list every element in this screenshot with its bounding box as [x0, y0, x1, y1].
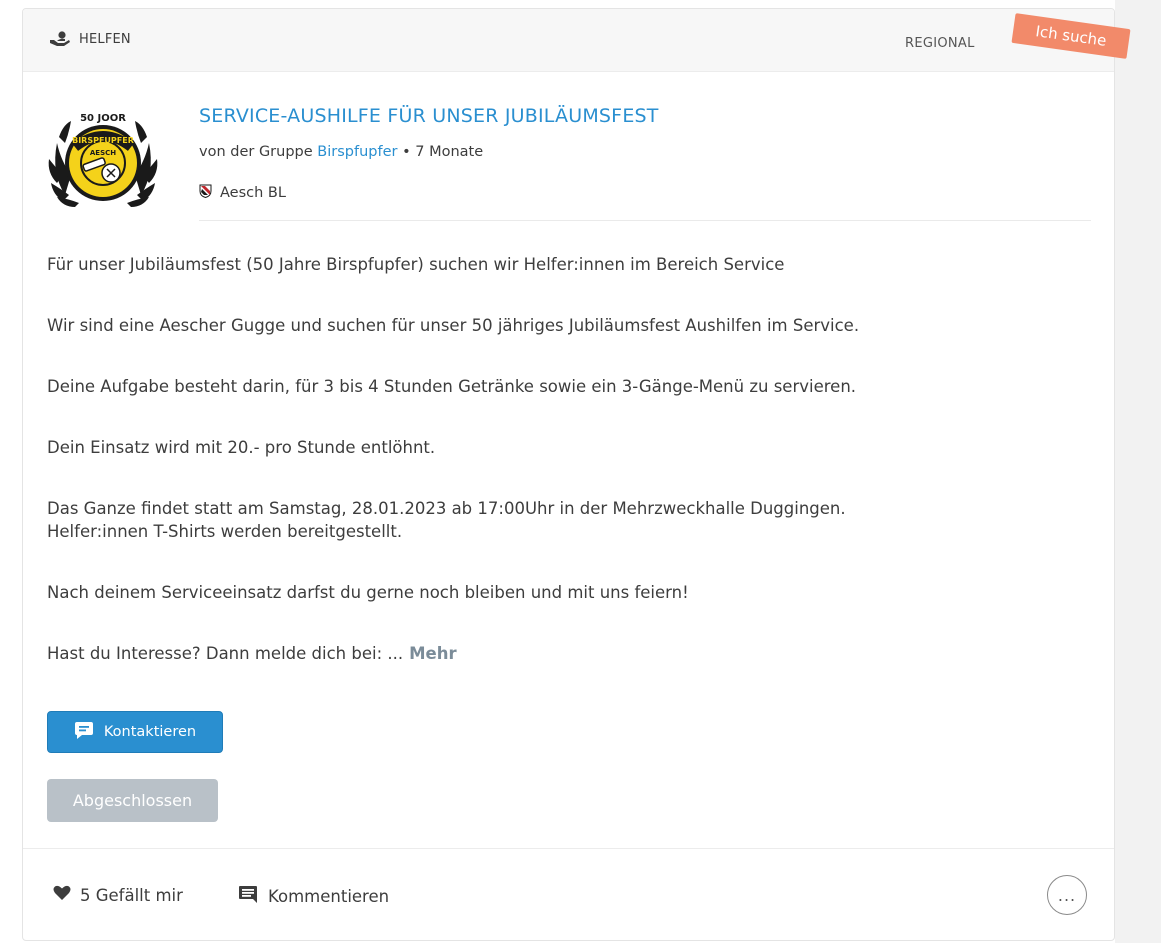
divider [199, 220, 1091, 221]
body-paragraph: Deine Aufgabe besteht darin, für 3 bis 4… [47, 377, 857, 396]
body-paragraph: Für unser Jubiläumsfest (50 Jahre Birspf… [47, 255, 785, 274]
logo-top-text: 50 JOOR [80, 113, 126, 124]
logo-band-text: BIRSPFUPFER [72, 136, 134, 145]
more-link[interactable]: Mehr [409, 644, 457, 663]
body-line: Das Ganze findet statt am Samstag, 28.01… [47, 499, 846, 518]
post-title[interactable]: SERVICE-AUSHILFE FÜR UNSER JUBILÄUMSFEST [199, 105, 659, 127]
location-text: Aesch BL [220, 185, 286, 201]
contact-label: Kontaktieren [103, 724, 197, 740]
comment-button[interactable]: Kommentieren [238, 885, 389, 908]
logo-center-text: AESCH [90, 149, 116, 157]
body-line: Helfer:innen T-Shirts werden bereitgeste… [47, 522, 403, 541]
scope-label: REGIONAL [905, 36, 975, 51]
body-paragraph-multiline: Das Ganze findet statt am Samstag, 28.01… [47, 497, 1087, 543]
body-line: Hast du Interesse? Dann melde dich bei: … [47, 644, 404, 663]
comment-label: Kommentieren [268, 887, 390, 906]
chat-icon [74, 721, 94, 744]
footer-divider [23, 848, 1114, 849]
group-logo[interactable]: BIRSPFUPFER 50 JOOR AESCH [45, 103, 161, 219]
body-paragraph: Wir sind eine Aescher Gugge und suchen f… [47, 316, 860, 335]
body-paragraph: Dein Einsatz wird mit 20.- pro Stunde en… [47, 438, 436, 457]
likes-label: 5 Gefällt mir [80, 885, 183, 905]
group-link[interactable]: Birspfupfer [317, 144, 397, 160]
post-card: HELFEN REGIONAL Ich suche BIRSPFUPFER 50… [22, 8, 1131, 941]
body-paragraph: Nach deinem Serviceeinsatz darfst du ger… [47, 583, 689, 602]
comment-icon [238, 885, 258, 908]
coat-of-arms-icon [199, 184, 212, 202]
post-meta: von der Gruppe Birspfupfer • 7 Monate [199, 144, 483, 160]
post-body: Für unser Jubiläumsfest (50 Jahre Birspf… [47, 253, 1087, 703]
ellipsis-icon: ... [1057, 885, 1077, 905]
closed-status-button: Abgeschlossen [47, 779, 218, 822]
more-options-button[interactable]: ... [1047, 875, 1087, 915]
meta-age: • 7 Monate [397, 144, 484, 160]
category-text: HELFEN [79, 31, 131, 47]
location: Aesch BL [199, 184, 286, 202]
body-paragraph-last: Hast du Interesse? Dann melde dich bei: … [47, 642, 1087, 665]
like-button[interactable]: 5 Gefällt mir [53, 885, 183, 905]
card-header: HELFEN REGIONAL [23, 9, 1114, 72]
contact-button[interactable]: Kontaktieren [47, 711, 223, 753]
category-label: HELFEN [49, 31, 131, 47]
helping-hands-icon [49, 31, 71, 47]
meta-prefix: von der Gruppe [199, 144, 313, 160]
heart-icon [53, 885, 71, 905]
page-side-rail [1115, 0, 1161, 943]
